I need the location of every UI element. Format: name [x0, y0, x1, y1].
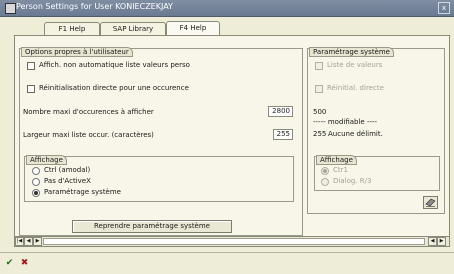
radio-system-setting-label: Paramétrage système — [44, 188, 121, 196]
reset-system-settings-button[interactable]: Reprendre paramétrage système — [72, 220, 232, 233]
user-options-title: Options propres à l'utilisateur — [21, 47, 133, 57]
system-max-occurrences-value: 500 — [313, 108, 327, 116]
tab-f1-help[interactable]: F1 Help — [44, 22, 100, 36]
horizontal-scrollbar[interactable]: |◀ ◀ ▶ ◀ ▶ — [14, 236, 450, 247]
system-modifiable-text: ----- modifiable ---- — [313, 118, 378, 126]
max-occurrences-label: Nombre maxi d'occurences à afficher — [23, 108, 154, 116]
checkmark-icon[interactable]: ✔ — [4, 258, 15, 269]
max-width-input[interactable]: 255 — [273, 129, 293, 140]
scroll-right-button[interactable]: ▶ — [437, 237, 446, 246]
system-value-list-label: Liste de valeurs — [327, 61, 383, 69]
close-window-button[interactable]: x — [438, 2, 450, 14]
window-icon — [5, 3, 16, 14]
radio-system-dialog-r3-label: Dialog. R/3 — [333, 177, 372, 185]
radio-system-ctr1 — [321, 167, 329, 175]
user-options-group — [19, 48, 303, 236]
system-width-value: 255 — [313, 130, 327, 138]
eraser-button[interactable] — [423, 196, 438, 209]
title-bar: Person Settings for User KONIECZEKJAY x — [0, 0, 454, 17]
window-title: Person Settings for User KONIECZEKJAY — [16, 2, 173, 11]
system-direct-reset-label: Réinitial. directe — [327, 84, 384, 92]
radio-system-ctr1-label: Ctr1 — [333, 166, 348, 174]
system-settings-title: Paramétrage système — [309, 47, 394, 57]
radio-system-dialog-r3 — [321, 178, 329, 186]
radio-no-activex-label: Pas d'ActiveX — [44, 177, 91, 185]
scroll-left-button-right[interactable]: ◀ — [428, 237, 437, 246]
scroll-left-button[interactable]: ◀ — [24, 237, 33, 246]
manual-value-list-label: Affich. non automatique liste valeurs pe… — [39, 61, 190, 69]
tab-sap-library[interactable]: SAP Library — [100, 22, 166, 36]
scroll-thumb[interactable] — [43, 238, 425, 245]
system-value-list-checkbox — [315, 62, 323, 70]
eraser-icon — [425, 198, 436, 207]
scroll-right-button-left[interactable]: ▶ — [33, 237, 42, 246]
cancel-x-icon[interactable]: ✖ — [19, 258, 30, 269]
manual-value-list-checkbox[interactable] — [27, 62, 35, 70]
tab-content-panel: Options propres à l'utilisateur Affich. … — [14, 35, 450, 237]
display-group-left-title: Affichage — [26, 155, 67, 165]
display-group-right-title: Affichage — [316, 155, 357, 165]
radio-ctrl-amodal-label: Ctrl (amodal) — [44, 166, 91, 174]
scroll-first-button[interactable]: |◀ — [15, 237, 24, 246]
direct-reset-checkbox[interactable] — [27, 85, 35, 93]
radio-no-activex[interactable] — [32, 178, 40, 186]
radio-ctrl-amodal[interactable] — [32, 167, 40, 175]
radio-system-setting[interactable] — [32, 189, 40, 197]
system-width-text: Aucune délimit. — [328, 130, 383, 138]
tab-f4-help[interactable]: F4 Help — [166, 21, 220, 36]
dialog-footer: ✔ ✖ — [0, 252, 454, 274]
max-occurrences-input[interactable]: 2800 — [268, 106, 293, 117]
direct-reset-label: Réinitialisation directe pour une occure… — [39, 84, 189, 92]
max-width-label: Largeur maxi liste occur. (caractères) — [23, 131, 154, 139]
system-direct-reset-checkbox — [315, 85, 323, 93]
